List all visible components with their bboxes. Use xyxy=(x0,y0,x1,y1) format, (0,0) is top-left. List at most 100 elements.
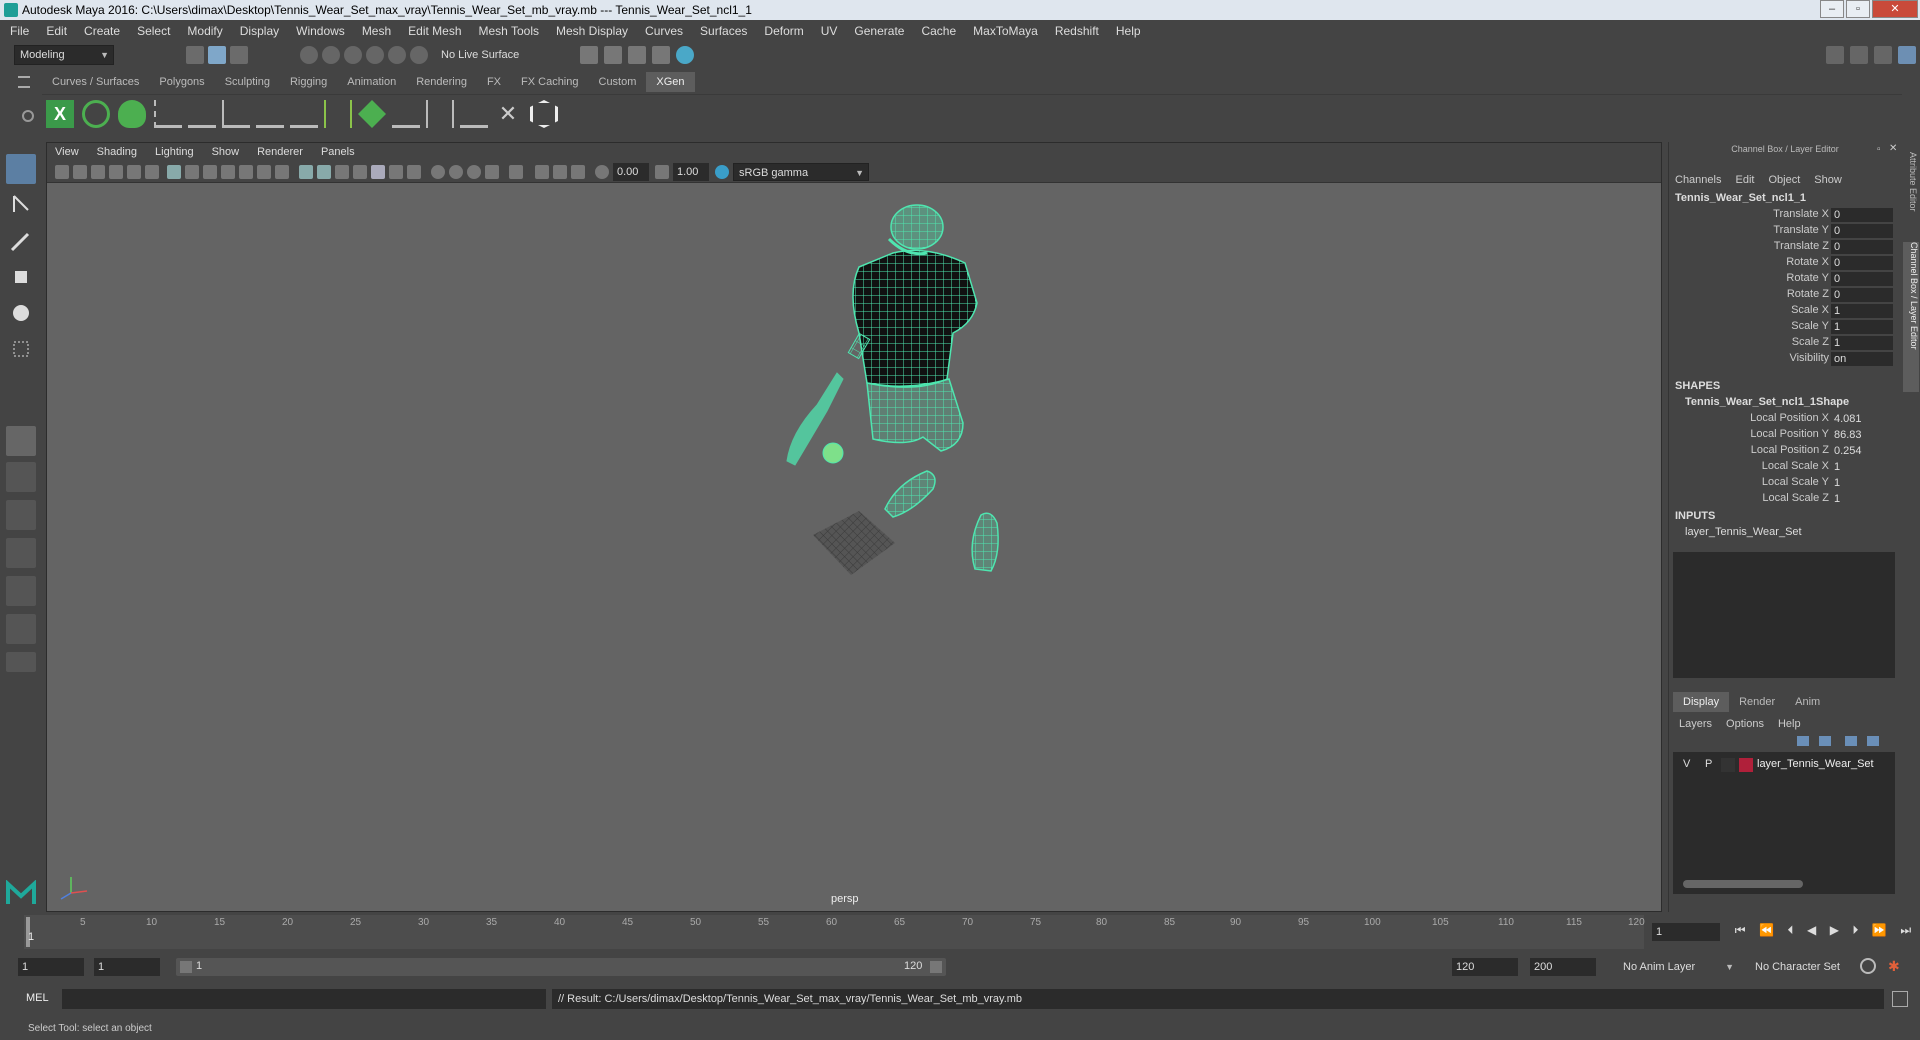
xgen-lock-length-icon[interactable] xyxy=(290,100,318,128)
wireframe-icon[interactable] xyxy=(299,165,313,179)
channel-row[interactable]: Scale Y1 xyxy=(1669,320,1901,336)
menu-file[interactable]: File xyxy=(10,24,29,38)
tab-anim[interactable]: Anim xyxy=(1785,692,1830,712)
exposure-field[interactable]: 0.00 xyxy=(613,163,649,181)
tab-polygons[interactable]: Polygons xyxy=(149,72,214,92)
channel-row[interactable]: Translate Z0 xyxy=(1669,240,1901,256)
new-layer-selected-icon[interactable] xyxy=(1867,736,1879,746)
image-plane-icon[interactable] xyxy=(109,165,123,179)
use-all-lights-icon[interactable] xyxy=(389,165,403,179)
channel-row[interactable]: Rotate Z0 xyxy=(1669,288,1901,304)
scale-tool-icon[interactable] xyxy=(6,334,36,364)
xgen-rebuild-icon[interactable] xyxy=(392,100,420,128)
tab-curves-surfaces[interactable]: Curves / Surfaces xyxy=(42,72,149,92)
menu-uv[interactable]: UV xyxy=(821,24,838,38)
move-layer-up-icon[interactable] xyxy=(1797,736,1809,746)
channel-value[interactable]: 0 xyxy=(1831,224,1893,238)
paint-select-icon[interactable] xyxy=(6,226,36,256)
menu-display[interactable]: Display xyxy=(240,24,279,38)
new-layer-icon[interactable] xyxy=(1845,736,1857,746)
vp-menu-shading[interactable]: Shading xyxy=(97,146,137,158)
camera-lock-icon[interactable] xyxy=(73,165,87,179)
xgen-editor-icon[interactable]: X xyxy=(46,100,74,128)
minimize-button[interactable]: – xyxy=(1820,0,1844,18)
xgen-delete-icon[interactable]: ✕ xyxy=(494,100,522,128)
shirt-mesh[interactable] xyxy=(852,249,978,388)
ball-mesh[interactable] xyxy=(822,442,844,464)
select-hierarchy-icon[interactable] xyxy=(186,46,204,64)
current-frame-field[interactable]: 1 xyxy=(1652,923,1720,941)
layer-visibility-toggle[interactable]: V xyxy=(1683,758,1690,770)
xgen-guides-to-curves-icon[interactable] xyxy=(324,100,352,128)
move-layer-down-icon[interactable] xyxy=(1819,736,1831,746)
channel-value[interactable]: 0 xyxy=(1831,208,1893,222)
layout-single-icon[interactable] xyxy=(6,426,36,456)
channel-row[interactable]: Rotate X0 xyxy=(1669,256,1901,272)
layer-display-type[interactable] xyxy=(1721,758,1735,772)
xgen-add-guide-icon[interactable] xyxy=(188,100,216,128)
vp-menu-panels[interactable]: Panels xyxy=(321,146,355,158)
channel-row[interactable]: Translate Y0 xyxy=(1669,224,1901,240)
menu-create[interactable]: Create xyxy=(84,24,120,38)
shape-channel-row[interactable]: Local Scale Z1 xyxy=(1669,492,1901,508)
xray-joints-icon[interactable] xyxy=(535,165,549,179)
color-management-icon[interactable] xyxy=(715,165,729,179)
float-icon[interactable]: ▫ xyxy=(1877,144,1881,155)
menu-curves[interactable]: Curves xyxy=(645,24,683,38)
xgen-preview-icon[interactable] xyxy=(82,100,110,128)
command-input[interactable] xyxy=(62,989,546,1009)
channel-row[interactable]: Rotate Y0 xyxy=(1669,272,1901,288)
tool-settings-icon[interactable] xyxy=(1874,46,1892,64)
film-gate-icon[interactable] xyxy=(185,165,199,179)
channel-value[interactable]: 1 xyxy=(1831,320,1893,334)
shelf-settings-icon[interactable] xyxy=(22,110,34,122)
layout-two-icon[interactable] xyxy=(6,500,36,530)
select-tool-icon[interactable] xyxy=(6,154,36,184)
xgen-sculpt-guides-icon[interactable] xyxy=(222,100,250,128)
shape-name[interactable]: Tennis_Wear_Set_ncl1_1Shape xyxy=(1685,396,1849,408)
grid-toggle-icon[interactable] xyxy=(167,165,181,179)
snap-curve-icon[interactable] xyxy=(322,46,340,64)
xgen-place-guides-icon[interactable] xyxy=(154,100,182,128)
wireframe-on-shaded-icon[interactable] xyxy=(353,165,367,179)
menu-mesh[interactable]: Mesh xyxy=(362,24,391,38)
channel-value[interactable]: 0 xyxy=(1831,272,1893,286)
shorts-mesh[interactable] xyxy=(866,378,964,452)
ambient-occlusion-icon[interactable] xyxy=(431,165,445,179)
le-menu-help[interactable]: Help xyxy=(1778,718,1801,730)
channel-box-tab[interactable]: Channel Box / Layer Editor xyxy=(1903,242,1919,392)
range-start-handle[interactable] xyxy=(180,961,192,973)
snap-point-icon[interactable] xyxy=(344,46,362,64)
channel-value[interactable]: 0 xyxy=(1831,256,1893,270)
layer-row[interactable]: V P layer_Tennis_Wear_Set xyxy=(1677,758,1891,774)
tab-animation[interactable]: Animation xyxy=(337,72,406,92)
menu-surfaces[interactable]: Surfaces xyxy=(700,24,747,38)
layer-name[interactable]: layer_Tennis_Wear_Set xyxy=(1757,758,1874,770)
layer-color-swatch[interactable] xyxy=(1739,758,1753,772)
menu-generate[interactable]: Generate xyxy=(854,24,904,38)
auto-key-icon[interactable] xyxy=(1860,958,1876,974)
menu-help[interactable]: Help xyxy=(1116,24,1141,38)
gamma-icon[interactable] xyxy=(655,165,669,179)
menu-select[interactable]: Select xyxy=(137,24,170,38)
safe-action-icon[interactable] xyxy=(257,165,271,179)
menu-mesh-tools[interactable]: Mesh Tools xyxy=(479,24,539,38)
resolution-gate-icon[interactable] xyxy=(203,165,217,179)
snap-grid-icon[interactable] xyxy=(300,46,318,64)
layout-persp-graph-icon[interactable] xyxy=(6,576,36,606)
close-button[interactable]: ✕ xyxy=(1872,0,1918,18)
object-name[interactable]: Tennis_Wear_Set_ncl1_1 xyxy=(1675,192,1806,204)
xgen-layer-icon[interactable] xyxy=(358,100,386,128)
range-slider[interactable]: 1 120 xyxy=(176,958,946,976)
tab-display[interactable]: Display xyxy=(1673,692,1730,712)
go-to-end-icon[interactable]: ⏭ xyxy=(1900,923,1911,941)
cb-menu-object[interactable]: Object xyxy=(1768,174,1800,190)
smooth-shade-icon[interactable] xyxy=(317,165,331,179)
gamma-field[interactable]: 1.00 xyxy=(673,163,709,181)
channel-value[interactable]: 0 xyxy=(1831,240,1893,254)
step-forward-key-icon[interactable]: ⏵ xyxy=(1852,923,1858,941)
vp-menu-renderer[interactable]: Renderer xyxy=(257,146,303,158)
layout-four-icon[interactable] xyxy=(6,462,36,492)
step-back-key-icon[interactable]: ⏴ xyxy=(1787,923,1793,941)
channel-value[interactable]: 1 xyxy=(1831,304,1893,318)
